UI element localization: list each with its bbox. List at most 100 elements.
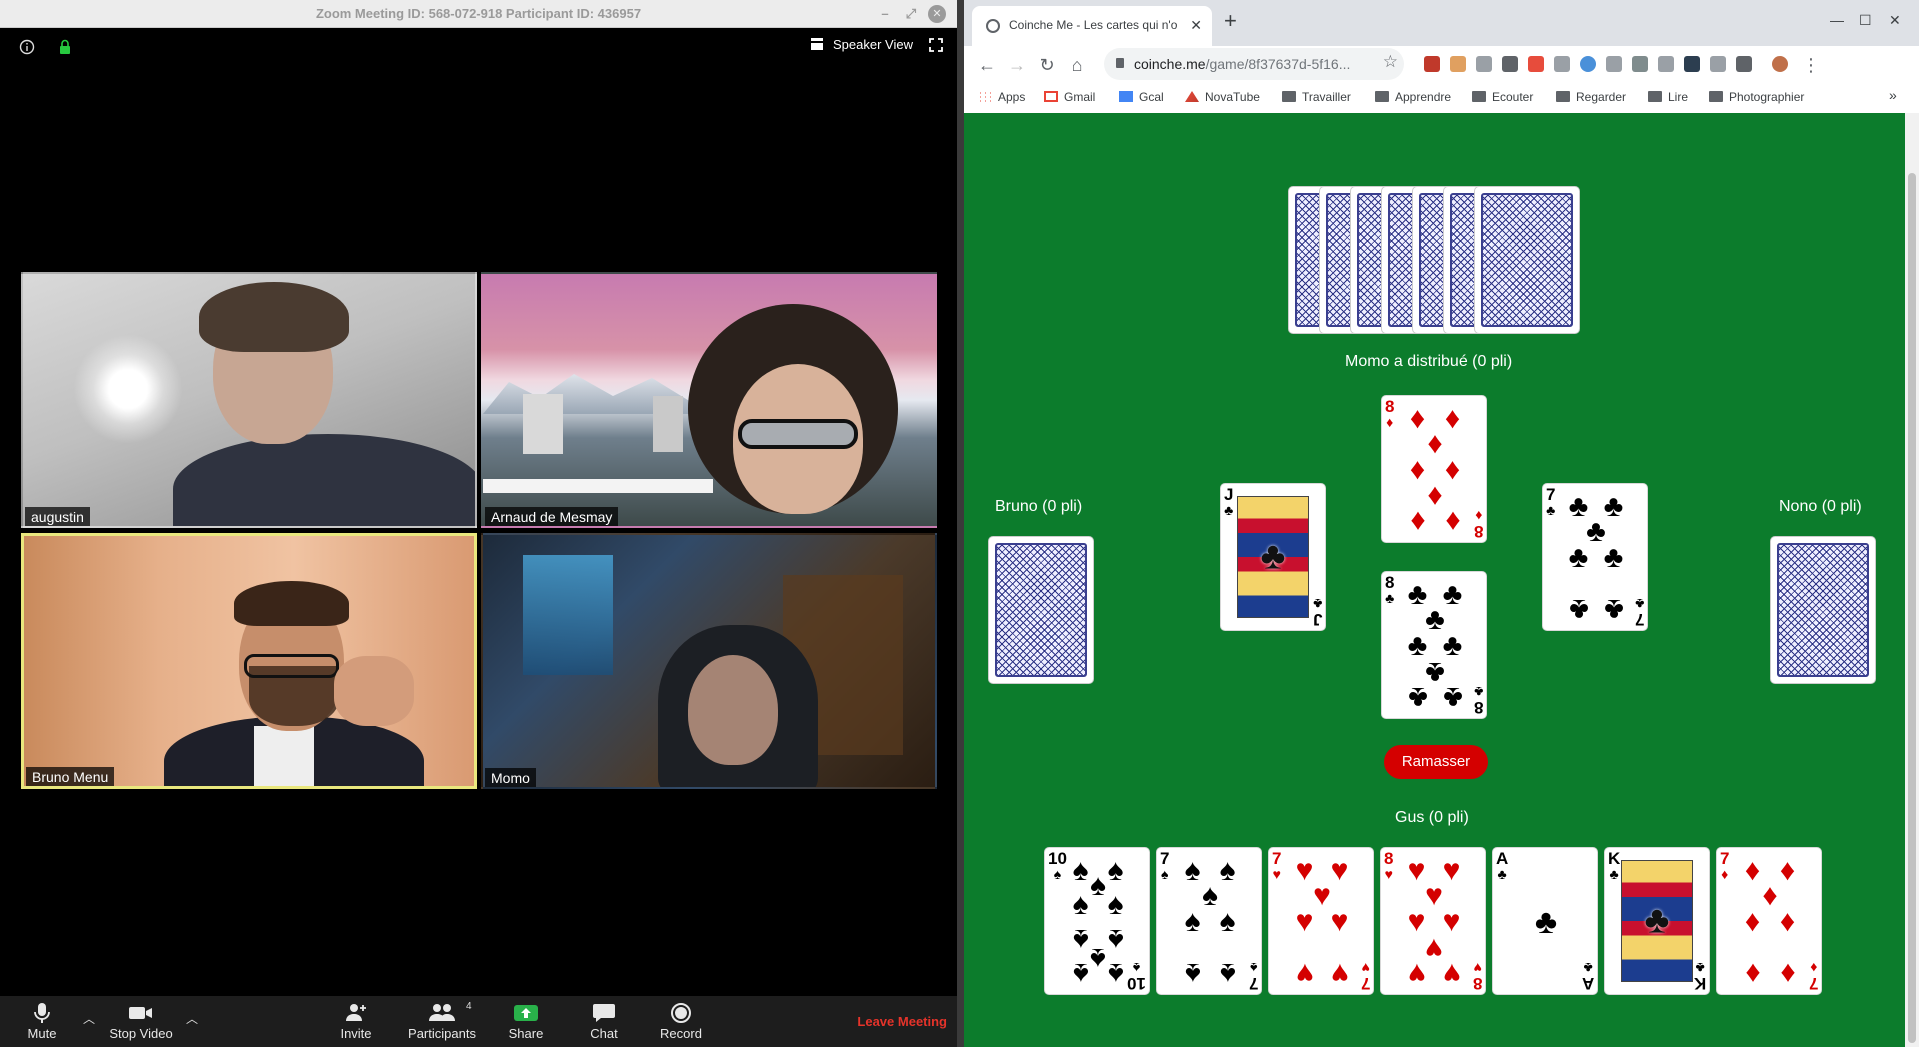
bookmark-label: Gcal (1139, 90, 1164, 104)
camera-extension-icon[interactable] (1606, 56, 1622, 72)
bookmark-folder-ecouter[interactable]: Ecouter (1472, 90, 1533, 104)
ublock-extension-icon[interactable] (1424, 56, 1440, 72)
chevron-up-icon[interactable]: ︿ (83, 1010, 95, 1027)
bookmark-folder-regarder[interactable]: Regarder (1556, 90, 1626, 104)
record-button[interactable]: Record (656, 996, 706, 1047)
bookmark-novatube[interactable]: NovaTube (1185, 90, 1260, 104)
hand-card[interactable]: 7 ♦ 7 ♦ ♦ ♦ ♦ ♦ ♦ ♦ ♦ (1716, 847, 1822, 995)
chevron-up-icon[interactable]: ︿ (186, 1010, 198, 1027)
speaker-view-button[interactable]: Speaker View (811, 37, 913, 52)
reload-icon[interactable]: ↻ (1034, 52, 1060, 78)
extension-icon[interactable] (1710, 56, 1726, 72)
chat-button[interactable]: Chat (584, 996, 624, 1047)
lock-icon[interactable] (56, 38, 74, 56)
minimize-icon[interactable]: – (876, 5, 894, 23)
card-pips: ♦ ♦ ♦ ♦ ♦ ♦ ♦ (1735, 855, 1803, 990)
bookmark-folder-apprendre[interactable]: Apprendre (1375, 90, 1451, 104)
extension-icon[interactable] (1658, 56, 1674, 72)
trick-card-top[interactable]: 8 ♦ 8 ♦ ♦ ♦ ♦ ♦ ♦ ♦ ♦ ♦ (1381, 395, 1487, 543)
extension-icon[interactable] (1684, 56, 1700, 72)
video-tile-bruno[interactable]: Bruno Menu (21, 533, 477, 789)
video-tile-arnaud[interactable]: Arnaud de Mesmay (481, 272, 937, 528)
scrollbar-thumb[interactable] (1908, 173, 1916, 1043)
card-pips: ♥ ♥ ♥ ♥ ♥ ♥ ♥ ♥ (1399, 855, 1467, 990)
folder-icon (1282, 91, 1296, 102)
close-icon[interactable]: ✕ (1889, 12, 1901, 29)
zoom-window: Zoom Meeting ID: 568-072-918 Participant… (0, 0, 957, 1047)
card-pip: ♠ (1072, 888, 1089, 922)
card-corner-index: 7 ♠ (1160, 850, 1169, 881)
video-tile-augustin[interactable]: augustin (21, 272, 477, 528)
zoom-title-bar: Zoom Meeting ID: 568-072-918 Participant… (0, 0, 957, 28)
hand-card[interactable]: K ♣ K ♣ ♣ (1604, 847, 1710, 995)
participants-button[interactable]: Participants 4 (400, 996, 484, 1047)
bookmark-folder-lire[interactable]: Lire (1648, 90, 1688, 104)
trick-card-right[interactable]: 7 ♣ 7 ♣ ♣ ♣ ♣ ♣ ♣ ♣ ♣ (1542, 483, 1648, 631)
forward-icon[interactable]: → (1004, 52, 1030, 78)
court-card-figure: ♣ (1237, 496, 1309, 618)
home-icon[interactable]: ⌂ (1064, 52, 1090, 78)
leave-meeting-button[interactable]: Leave Meeting (857, 1014, 947, 1029)
trick-card-left[interactable]: J ♣ J ♣ ♣ (1220, 483, 1326, 631)
ramasser-button[interactable]: Ramasser (1384, 745, 1488, 779)
extension-icon[interactable] (1580, 56, 1596, 72)
card-corner-index: 7 ♥ (1272, 850, 1281, 881)
new-tab-icon[interactable]: + (1224, 10, 1237, 32)
card-corner-index: 7 ♥ (1360, 960, 1370, 993)
face (688, 655, 778, 765)
mute-button[interactable]: Mute (22, 996, 62, 1047)
card-pip: ♣ (1603, 541, 1624, 574)
folder-icon (1375, 91, 1389, 102)
card-rank: 7 (1248, 974, 1258, 993)
extension-icon[interactable] (1632, 56, 1648, 72)
hand-card[interactable]: 8 ♥ 8 ♥ ♥ ♥ ♥ ♥ ♥ ♥ ♥ ♥ (1380, 847, 1486, 995)
trick-card-bottom[interactable]: 8 ♣ 8 ♣ ♣ ♣ ♣ ♣ ♣ ♣ ♣ ♣ (1381, 571, 1487, 719)
close-icon[interactable]: ✕ (928, 5, 946, 23)
card-suit: ♦ (1721, 866, 1729, 882)
share-button[interactable]: Share (504, 996, 548, 1047)
bookmarks-overflow-icon[interactable]: » (1889, 87, 1897, 103)
extension-icon[interactable] (1554, 56, 1570, 72)
stop-video-button[interactable]: Stop Video (104, 996, 178, 1047)
hair (234, 581, 349, 626)
menu-dots-icon[interactable]: ⋮ (1798, 52, 1824, 78)
card-pip: ♥ (1295, 905, 1314, 938)
bookmark-folder-travailler[interactable]: Travailler (1282, 90, 1351, 104)
maximize-icon[interactable]: ☐ (1859, 12, 1872, 29)
info-icon[interactable] (18, 38, 36, 56)
hand-card[interactable]: 7 ♥ 7 ♥ ♥ ♥ ♥ ♥ ♥ ♥ ♥ (1268, 847, 1374, 995)
bookmark-gcal[interactable]: Gcal (1119, 90, 1164, 104)
invite-label: Invite (340, 1026, 372, 1041)
tab-coinche[interactable]: Coinche Me - Les cartes qui n'o ✕ (972, 6, 1212, 46)
extension-icon[interactable] (1476, 56, 1492, 72)
extension-icon[interactable] (1736, 56, 1752, 72)
close-tab-icon[interactable]: ✕ (1190, 17, 1202, 34)
card-corner-index: 8 ♦ (1385, 398, 1394, 429)
minimize-icon[interactable]: — (1830, 12, 1844, 28)
bookmark-star-icon[interactable]: ☆ (1383, 52, 1398, 72)
bookmark-apps[interactable]: Apps (978, 90, 1025, 104)
card-suit: ♦ (1809, 960, 1817, 976)
bookmark-gmail[interactable]: Gmail (1044, 90, 1095, 104)
back-icon[interactable]: ← (974, 52, 1000, 78)
video-tile-momo[interactable]: Momo (481, 533, 937, 789)
card-suit: ♣ (1473, 684, 1483, 700)
gmail-icon (1044, 91, 1058, 102)
invite-button[interactable]: Invite (334, 996, 378, 1047)
card-suit: ♠ (1249, 960, 1257, 976)
hand-card[interactable]: A ♣ A ♣ ♣ (1492, 847, 1598, 995)
bookmark-folder-photographier[interactable]: Photographier (1709, 90, 1804, 104)
maximize-icon[interactable]: ⤢ (902, 5, 920, 23)
extension-icon[interactable] (1450, 56, 1466, 72)
pocket-extension-icon[interactable] (1502, 56, 1518, 72)
card-corner-index: 8 ♥ (1473, 960, 1482, 993)
fullscreen-icon[interactable] (929, 38, 943, 52)
extension-icon[interactable] (1528, 56, 1544, 72)
address-bar[interactable]: coinche.me/game/8f37637d-5f16... ☆ (1104, 48, 1404, 80)
card-rank: 7 (1360, 974, 1370, 993)
avatar[interactable] (1772, 56, 1788, 72)
scrollbar[interactable] (1905, 113, 1919, 1047)
hand-card[interactable]: 7 ♠ 7 ♠ ♠ ♠ ♠ ♠ ♠ ♠ ♠ (1156, 847, 1262, 995)
url-text[interactable]: coinche.me/game/8f37637d-5f16... (1134, 56, 1364, 72)
hand-card[interactable]: 10 ♠ 10 ♠ ♠ ♠ ♠ ♠ ♠ ♠ ♠ ♠ ♠ ♠ (1044, 847, 1150, 995)
